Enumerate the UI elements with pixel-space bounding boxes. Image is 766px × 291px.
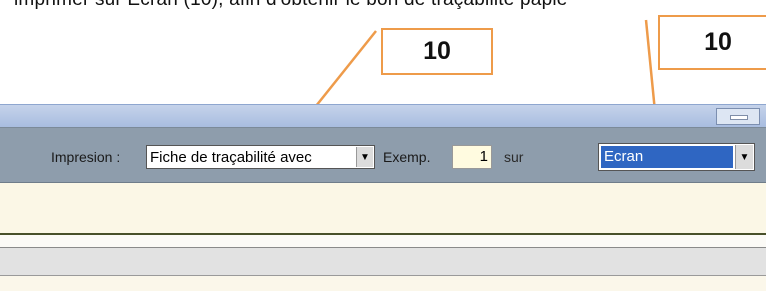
window-title-strip — [0, 104, 766, 127]
impression-label: Impresion : — [51, 149, 121, 165]
grey-panel — [0, 248, 766, 275]
impression-select-value: Fiche de traçabilité avec — [150, 149, 312, 166]
output-label: sur — [504, 149, 524, 165]
copies-label: Exemp. — [383, 149, 431, 165]
minimize-icon — [730, 115, 748, 120]
chevron-down-icon[interactable]: ▼ — [735, 145, 753, 169]
print-toolbar: Impresion : Fiche de traçabilité avec ▼ … — [0, 127, 766, 183]
output-select-value: Ecran — [601, 146, 733, 168]
output-select[interactable]: Ecran ▼ — [598, 143, 755, 171]
impression-select[interactable]: Fiche de traçabilité avec ▼ — [146, 145, 375, 169]
content-panel — [0, 183, 766, 233]
document-text-line: imprimer sur Ecran (10), afin d'obtenir … — [14, 0, 568, 11]
minimize-button[interactable] — [716, 108, 760, 125]
callout-box-impression: 10 — [381, 28, 493, 75]
copies-input[interactable]: 1 — [452, 145, 492, 169]
callout-box-output: 10 — [658, 15, 766, 70]
content-strip — [0, 235, 766, 247]
chevron-down-icon[interactable]: ▼ — [356, 147, 373, 167]
bottom-panel — [0, 276, 766, 291]
